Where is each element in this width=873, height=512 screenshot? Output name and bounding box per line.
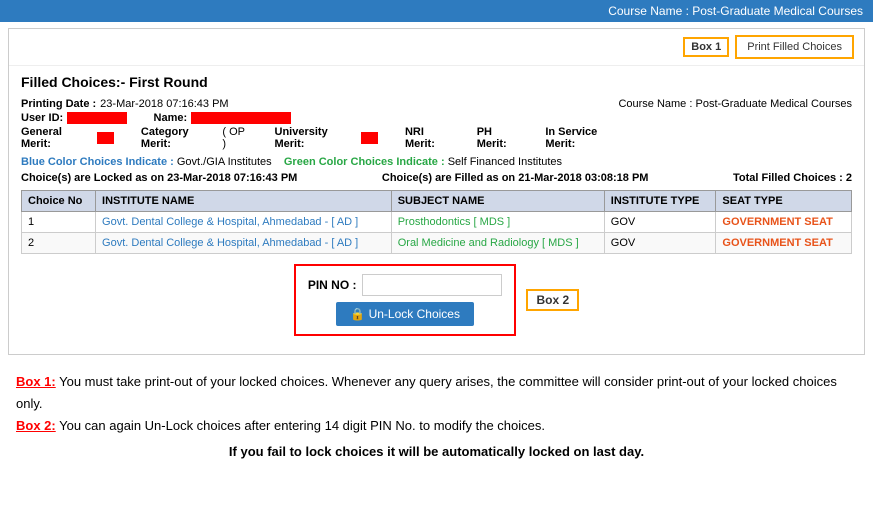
box2-label: Box 2 (526, 289, 579, 311)
general-merit-label: General Merit: (21, 126, 85, 150)
name-redacted (191, 112, 291, 124)
cell-institute-name: Govt. Dental College & Hospital, Ahmedab… (96, 212, 392, 233)
legend-row: Blue Color Choices Indicate : Govt./GIA … (21, 156, 852, 168)
box1-explanation: Box 1: You must take print-out of your l… (16, 371, 857, 415)
box2-explanation-text: You can again Un-Lock choices after ente… (59, 418, 545, 433)
pin-input[interactable] (362, 274, 502, 296)
printing-date-label: Printing Date : (21, 98, 96, 110)
box1-explanation-text: You must take print-out of your locked c… (16, 374, 837, 411)
pin-label: PIN NO : (308, 278, 357, 292)
blue-legend-label: Blue Color Choices Indicate : (21, 156, 174, 168)
printing-date-row: Printing Date : 23-Mar-2018 07:16:43 PM (21, 98, 618, 110)
in-service-merit-label: In Service Merit: (545, 126, 618, 150)
cell-subject-name: Prosthodontics [ MDS ] (391, 212, 604, 233)
user-id-name-row: User ID: Name: (21, 112, 618, 124)
cell-choice-no: 1 (22, 212, 96, 233)
col-institute-type: INSTITUTE TYPE (604, 191, 716, 212)
cell-choice-no: 2 (22, 233, 96, 254)
table-row: 2Govt. Dental College & Hospital, Ahmeda… (22, 233, 852, 254)
top-header: Course Name : Post-Graduate Medical Cour… (0, 0, 873, 22)
info-left: Printing Date : 23-Mar-2018 07:16:43 PM … (21, 98, 618, 154)
pin-input-row: PIN NO : (308, 274, 503, 296)
table-row: 1Govt. Dental College & Hospital, Ahmeda… (22, 212, 852, 233)
category-merit-label: Category Merit: (141, 126, 210, 150)
cell-institute-name: Govt. Dental College & Hospital, Ahmedab… (96, 233, 392, 254)
course-name-header: Course Name : Post-Graduate Medical Cour… (608, 4, 863, 18)
ph-merit-label: PH Merit: (477, 126, 519, 150)
cell-seat-type: GOVERNMENT SEAT (716, 233, 852, 254)
cell-subject-name: Oral Medicine and Radiology [ MDS ] (391, 233, 604, 254)
col-choice-no: Choice No (22, 191, 96, 212)
cell-seat-type: GOVERNMENT SEAT (716, 212, 852, 233)
cell-institute-type: GOV (604, 212, 716, 233)
green-legend-value: Self Financed Institutes (448, 156, 562, 168)
merit-row: General Merit: Category Merit: ( OP ) Un… (21, 126, 618, 150)
green-legend-label: Green Color Choices Indicate : (284, 156, 445, 168)
printing-date-value: 23-Mar-2018 07:16:43 PM (100, 98, 228, 110)
university-merit-redacted (361, 132, 378, 144)
box1-ref: Box 1: (16, 374, 56, 389)
col-institute-name: INSTITUTE NAME (96, 191, 392, 212)
info-section-top: Printing Date : 23-Mar-2018 07:16:43 PM … (21, 98, 852, 154)
course-name-label: Course Name : (618, 98, 692, 110)
print-filled-choices-button[interactable]: Print Filled Choices (735, 35, 854, 59)
name-label: Name: (154, 112, 188, 124)
box1-label: Box 1 (683, 37, 729, 57)
choices-table: Choice No INSTITUTE NAME SUBJECT NAME IN… (21, 190, 852, 254)
total-filled-text: Total Filled Choices : 2 (733, 172, 852, 184)
info-right: Course Name : Post-Graduate Medical Cour… (618, 98, 852, 110)
warning-text: If you fail to lock choices it will be a… (16, 437, 857, 473)
locked-info-row: Choice(s) are Locked as on 23-Mar-2018 0… (21, 172, 852, 184)
blue-legend-value: Govt./GIA Institutes (177, 156, 272, 168)
choices-filled-text: Choice(s) are Filled as on 21-Mar-2018 0… (382, 172, 649, 184)
inner-content: Filled Choices:- First Round Printing Da… (9, 66, 864, 354)
user-id-label: User ID: (21, 112, 63, 124)
course-name-value: Post-Graduate Medical Courses (695, 98, 852, 110)
pin-box: PIN NO : 🔒 Un-Lock Choices (294, 264, 517, 336)
col-seat-type: SEAT TYPE (716, 191, 852, 212)
university-merit-label: University Merit: (275, 126, 349, 150)
user-id-redacted (67, 112, 127, 124)
pin-area: PIN NO : 🔒 Un-Lock Choices Box 2 (21, 264, 852, 336)
category-merit-value: ( OP ) (222, 126, 247, 150)
unlock-choices-button[interactable]: 🔒 Un-Lock Choices (336, 302, 474, 326)
cell-institute-type: GOV (604, 233, 716, 254)
main-content-area: Box 1 Print Filled Choices Filled Choice… (8, 28, 865, 355)
explanation-section: Box 1: You must take print-out of your l… (0, 361, 873, 483)
box2-ref: Box 2: (16, 418, 56, 433)
box2-explanation: Box 2: You can again Un-Lock choices aft… (16, 415, 857, 437)
nri-merit-label: NRI Merit: (405, 126, 450, 150)
col-subject-name: SUBJECT NAME (391, 191, 604, 212)
general-merit-redacted (97, 132, 114, 144)
print-bar: Box 1 Print Filled Choices (9, 29, 864, 66)
page-title: Filled Choices:- First Round (21, 74, 852, 90)
choices-locked-text: Choice(s) are Locked as on 23-Mar-2018 0… (21, 172, 297, 184)
